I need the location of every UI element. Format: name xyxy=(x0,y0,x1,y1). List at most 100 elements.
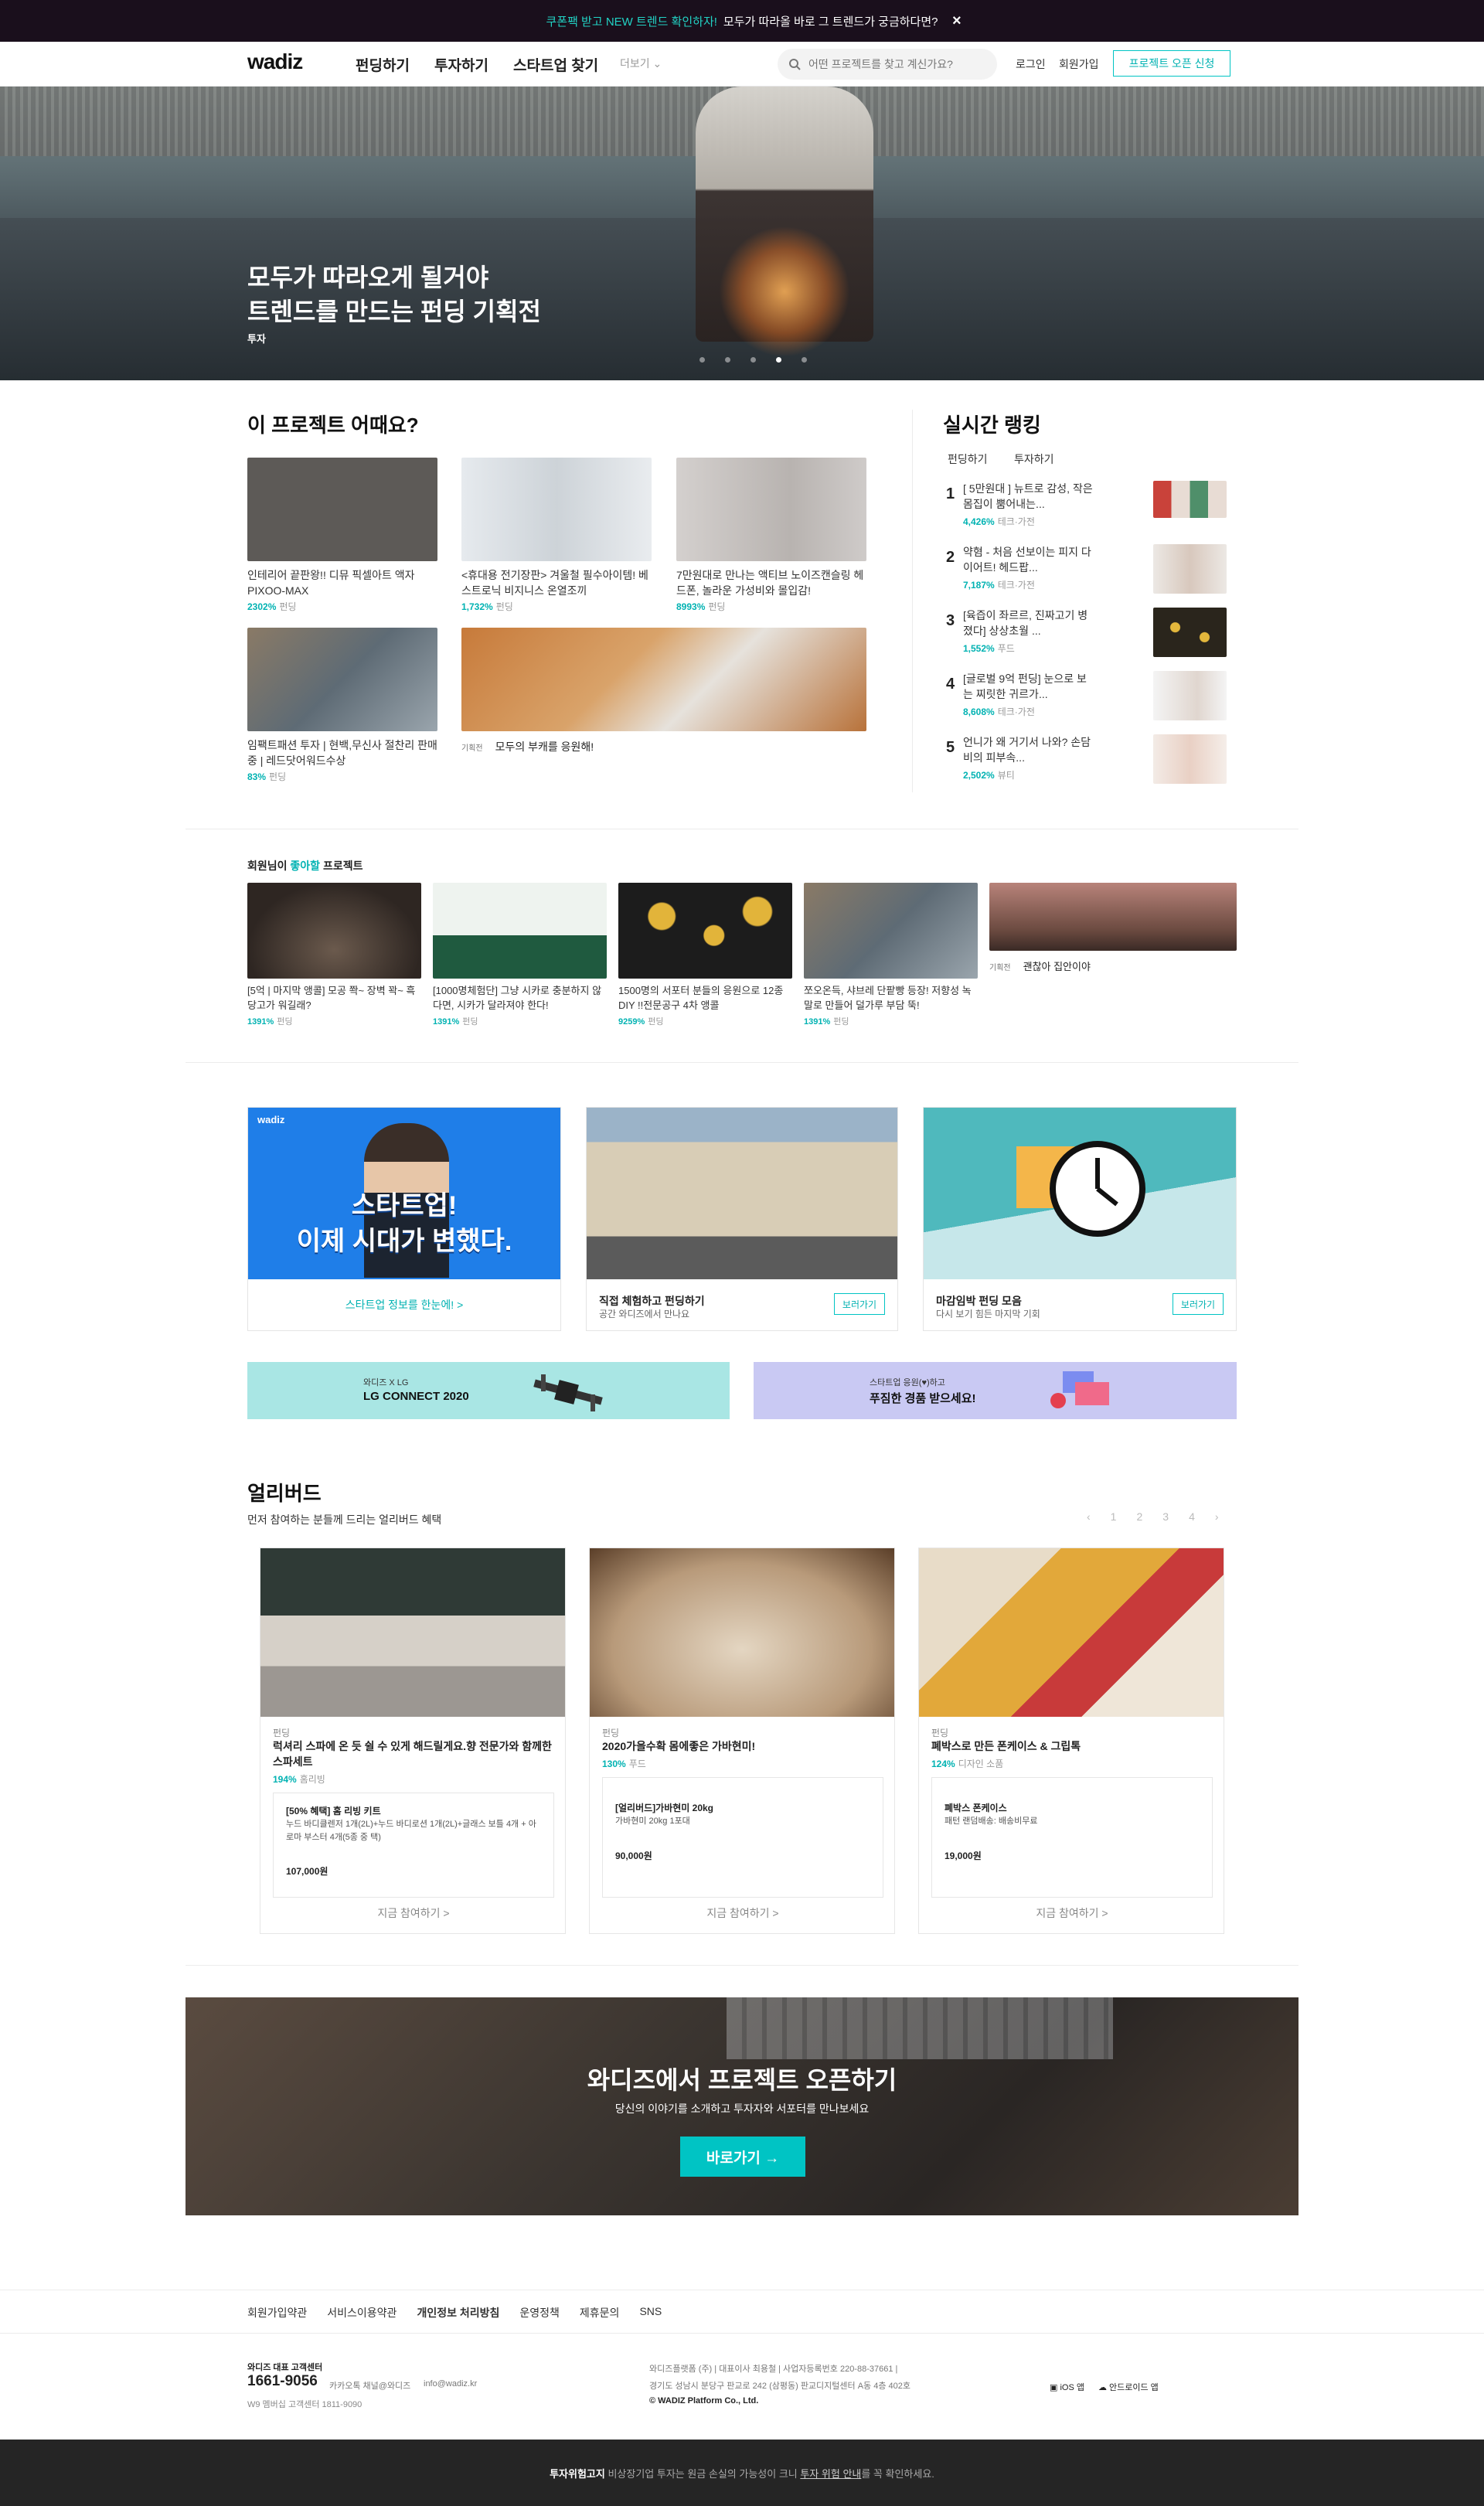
cs-phone[interactable]: 1661-9056 xyxy=(247,2373,318,2390)
promo-topbar[interactable]: 쿠폰팩 받고 NEW 트렌드 확인하자! 모두가 따라올 바로 그 트렌드가 궁… xyxy=(0,0,1484,42)
recommend-feature-card[interactable]: 기획전 모두의 부캐를 응원해! xyxy=(461,628,866,754)
experience-promo-card[interactable]: 직접 체험하고 펀딩하기 공간 와디즈에서 만나요 보러가기 xyxy=(586,1107,898,1331)
startup-promo-line2: 이제 시대가 변했다. xyxy=(296,1227,512,1256)
carousel-dot[interactable] xyxy=(751,357,756,363)
footer-link-terms[interactable]: 회원가입약관 xyxy=(247,2305,307,2320)
go-button[interactable]: 바로가기 → xyxy=(680,2137,805,2177)
nav-invest[interactable]: 투자하기 xyxy=(434,54,488,75)
card-category: 펀딩 xyxy=(279,601,297,612)
nav-startup[interactable]: 스타트업 찾기 xyxy=(513,54,598,75)
startup-promo-line1: 스타트업! xyxy=(351,1191,458,1221)
liked-card[interactable]: [1000명체험단] 그냥 시카로 충분하지 않다면, 시카가 달라져야 한다!… xyxy=(433,883,607,1028)
footer-divider xyxy=(0,2333,1484,2334)
open-project-banner[interactable]: 와디즈에서 프로젝트 오픈하기 당신의 이야기를 소개하고 투자자와 서포터를 … xyxy=(186,1997,1298,2215)
search-box[interactable] xyxy=(778,49,997,80)
earlybird-card[interactable]: 펀딩 럭셔리 스파에 온 듯 쉴 수 있게 해드릴게요.향 전문가와 함께한 스… xyxy=(260,1548,566,1934)
footer-link-policy[interactable]: 운영정책 xyxy=(519,2305,560,2320)
ranking-item[interactable]: 3 [육즙이 좌르르, 진짜고기 병졌다] 상상초월 ... 1,552% 푸드 xyxy=(946,608,1227,669)
reward-option[interactable]: [얼리버드]가바현미 20kg 가바현미 20kg 1포대 90,000원 xyxy=(602,1777,883,1898)
close-icon[interactable]: × xyxy=(952,12,962,30)
startup-promo-card[interactable]: wadiz 스타트업! 이제 시대가 변했다. 스타트업 정보를 한눈에! > xyxy=(247,1107,561,1331)
cs-kakao[interactable]: 카카오톡 채널@와디즈 xyxy=(329,2379,410,2392)
card-category: 펀딩 xyxy=(708,601,726,612)
carousel-dot[interactable] xyxy=(699,357,705,363)
pager-next-icon[interactable]: › xyxy=(1215,1510,1219,1523)
feature-label: 기획전 xyxy=(461,744,483,753)
open-project-button[interactable]: 프로젝트 오픈 신청 xyxy=(1113,50,1230,77)
nav-funding[interactable]: 펀딩하기 xyxy=(356,54,410,75)
risk-guide-link[interactable]: 투자 위험 안내 xyxy=(800,2466,861,2480)
search-input[interactable] xyxy=(808,58,979,70)
hero-carousel[interactable]: 모두가 따라오게 될거야 트렌드를 만드는 펀딩 기획전 투자 xyxy=(0,87,1484,380)
carousel-dots[interactable] xyxy=(699,357,807,363)
recommend-card[interactable]: <휴대용 전기장판> 겨울철 필수아이템! 베스트로닉 비지니스 온열조끼 1,… xyxy=(461,458,652,614)
card-percent: 83% xyxy=(247,771,267,782)
hero-title[interactable]: 모두가 따라오게 될거야 트렌드를 만드는 펀딩 기획전 xyxy=(247,260,541,329)
participate-link[interactable]: 지금 참여하기 > xyxy=(590,1905,896,1921)
ranking-tab-funding[interactable]: 펀딩하기 xyxy=(948,451,988,467)
card-category: 펀딩 xyxy=(277,1017,293,1027)
experience-title: 직접 체험하고 펀딩하기 xyxy=(599,1295,705,1307)
experience-promo-image xyxy=(587,1108,897,1279)
startup-promo-cta[interactable]: 스타트업 정보를 한눈에! > xyxy=(248,1279,560,1330)
footer-link-partnership[interactable]: 제휴문의 xyxy=(580,2305,620,2320)
login-link[interactable]: 로그인 xyxy=(1016,56,1046,72)
support-banner[interactable]: 스타트업 응원(♥)하고 푸짐한 경품 받으세요! xyxy=(754,1362,1237,1419)
footer-link-privacy[interactable]: 개인정보 처리방침 xyxy=(417,2305,499,2320)
pager-page[interactable]: 2 xyxy=(1136,1510,1142,1523)
ranking-item[interactable]: 4 [글로벌 9억 펀딩] 눈으로 보는 찌릿한 귀르가... 8,608% 테크… xyxy=(946,671,1227,733)
earlybird-card[interactable]: 펀딩 폐박스로 만든 폰케이스 & 그립톡 124% 디자인 소품 폐박스 폰케이… xyxy=(918,1548,1224,1934)
ranking-item[interactable]: 1 [ 5만원대 ] 뉴트로 감성, 작은 몸집이 뿜어내는... 4,426%… xyxy=(946,481,1227,543)
card-category: 디자인 소품 xyxy=(958,1759,1004,1769)
rank-thumbnail xyxy=(1153,544,1227,594)
footer-link-service[interactable]: 서비스이용약관 xyxy=(327,2305,397,2320)
cs-email[interactable]: info@wadiz.kr xyxy=(424,2379,477,2389)
signup-link[interactable]: 회원가입 xyxy=(1059,56,1099,72)
earlybird-pager[interactable]: ‹ 1 2 3 4 › xyxy=(1087,1510,1219,1523)
footer-link-sns[interactable]: SNS xyxy=(639,2305,662,2320)
ios-app-link[interactable]: ▣ iOS 앱 xyxy=(1050,2381,1084,2393)
ranking-item[interactable]: 2 약혐 - 처음 선보이는 피지 다이어트! 헤드팝... 7,187% 테크·… xyxy=(946,544,1227,606)
lg-connect-banner[interactable]: 와디즈 X LG LG CONNECT 2020 xyxy=(247,1362,730,1419)
recommend-card[interactable]: 임팩트패션 투자 | 현백,무신사 절찬리 판매중 | 레드닷어워드수상 83%… xyxy=(247,628,437,784)
recommend-card[interactable]: 인테리어 끝판왕!! 디뮤 픽셀아트 액자 PIXOO-MAX 2302% 펀딩 xyxy=(247,458,437,614)
recommend-heading: 이 프로젝트 어때요? xyxy=(247,414,419,437)
android-app-link[interactable]: ☁ 안드로이드 앱 xyxy=(1098,2381,1159,2393)
deadline-promo-card[interactable]: 마감임박 펀딩 모음 다시 보기 힘든 마지막 기회 보러가기 xyxy=(923,1107,1237,1331)
logo[interactable]: wadiz xyxy=(247,49,303,74)
ios-app-label: iOS 앱 xyxy=(1060,2383,1084,2392)
experience-view-button[interactable]: 보러가기 xyxy=(834,1293,885,1315)
card-thumbnail xyxy=(247,628,437,731)
earlybird-card[interactable]: 펀딩 2020가을수확 몸에좋은 가바현미! 130% 푸드 [얼리버드]가바현미… xyxy=(589,1548,895,1934)
carousel-dot[interactable] xyxy=(802,357,807,363)
ranking-tab-invest[interactable]: 투자하기 xyxy=(1014,451,1054,467)
section-divider xyxy=(186,1965,1298,1966)
reward-option[interactable]: 폐박스 폰케이스 패턴 랜덤배송: 배송비무료 19,000원 xyxy=(931,1777,1213,1898)
pager-page[interactable]: 4 xyxy=(1189,1510,1195,1523)
risk-text-end: 를 꼭 확인하세요. xyxy=(861,2467,934,2480)
cs-w9: W9 멤버십 고객센터 1811-9090 xyxy=(247,2400,362,2409)
liked-feature-card[interactable]: 기획전 괜찮아 집안이야 xyxy=(989,883,1237,973)
card-thumbnail xyxy=(804,883,978,979)
recommend-card[interactable]: 7만원대로 만나는 액티브 노이즈캔슬링 헤드폰, 놀라운 가성비와 몰입감! … xyxy=(676,458,866,614)
pager-page[interactable]: 3 xyxy=(1162,1510,1169,1523)
liked-card[interactable]: [5억 | 마지막 앵콜] 모공 쫙~ 장벽 꽉~ 흑당고가 워길래? 1391… xyxy=(247,883,421,1028)
ranking-item[interactable]: 5 언니가 왜 거기서 나와? 손담비의 피부속... 2,502% 뷰티 xyxy=(946,734,1227,796)
carousel-dot[interactable] xyxy=(725,357,730,363)
participate-link[interactable]: 지금 참여하기 > xyxy=(260,1905,567,1921)
card-category: 펀딩 xyxy=(833,1017,849,1027)
carousel-dot-active[interactable] xyxy=(776,357,781,363)
more-menu[interactable]: 더보기 ⌄ xyxy=(620,56,662,71)
pager-page[interactable]: 1 xyxy=(1111,1510,1117,1523)
reward-option[interactable]: [50% 혜택] 홈 리빙 키트 누드 바디클렌저 1개(2L)+누드 바디로션… xyxy=(273,1793,554,1898)
option-desc: 패턴 랜덤배송: 배송비무료 xyxy=(945,1817,1038,1826)
deadline-view-button[interactable]: 보러가기 xyxy=(1173,1293,1224,1315)
liked-card[interactable]: 1500명의 서포터 분들의 응원으로 12종 DIY !!전문공구 4차 앵콜… xyxy=(618,883,792,1028)
option-price: 19,000원 xyxy=(945,1851,982,1861)
pager-prev-icon[interactable]: ‹ xyxy=(1087,1510,1091,1523)
liked-heading-post: 프로젝트 xyxy=(320,860,363,872)
card-percent: 130% xyxy=(602,1759,626,1769)
liked-card[interactable]: 쪼오온득, 샤브레 단팥빵 등장! 저향성 녹말로 만들어 덜가루 부담 뚝! … xyxy=(804,883,978,1028)
card-percent: 1,732% xyxy=(461,601,493,612)
participate-link[interactable]: 지금 참여하기 > xyxy=(919,1905,1225,1921)
